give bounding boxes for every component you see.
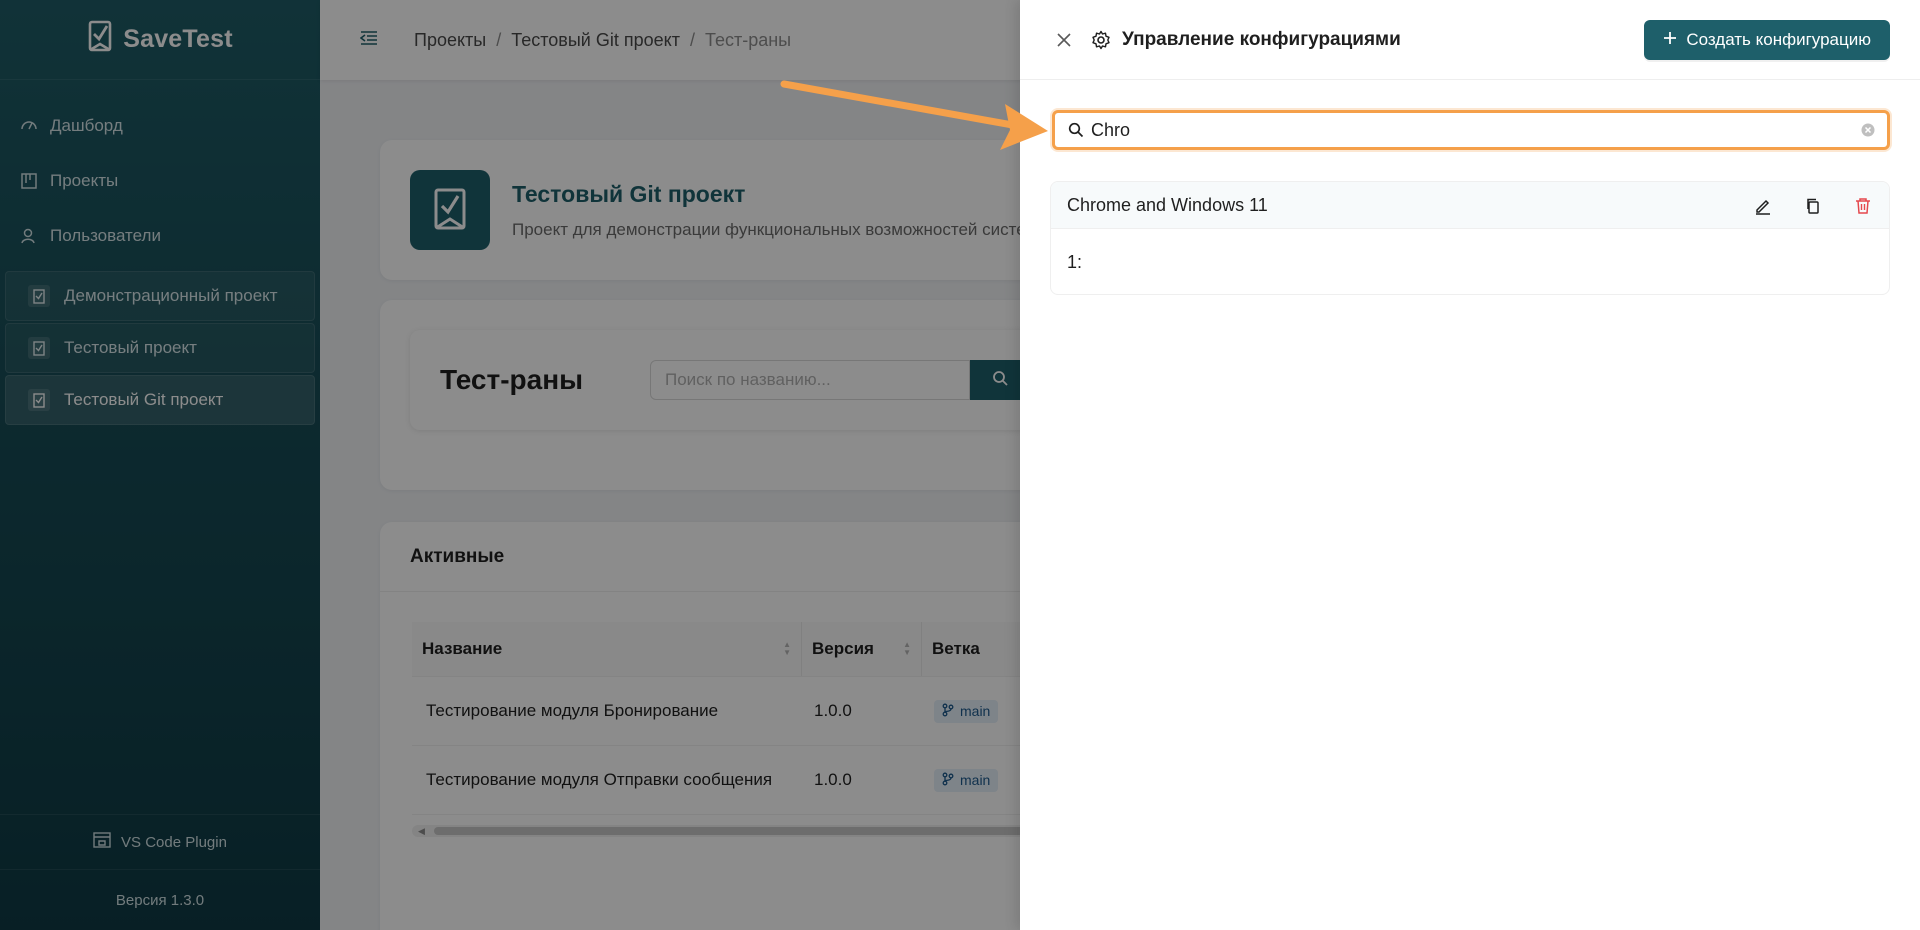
drawer-title: Управление конфигурациями <box>1122 28 1401 50</box>
config-search-field[interactable]: Chro <box>1052 110 1890 150</box>
drawer-header: Управление конфигурациями Создать конфиг… <box>1020 0 1920 80</box>
config-card: Chrome and Windows 11 1: <box>1050 181 1890 295</box>
gear-icon <box>1090 29 1112 51</box>
config-card-body: 1: <box>1067 251 1083 272</box>
search-icon <box>1067 121 1085 139</box>
create-config-label: Создать конфигурацию <box>1686 30 1871 49</box>
config-card-header: Chrome and Windows 11 <box>1051 182 1889 229</box>
config-name: Chrome and Windows 11 <box>1067 194 1268 215</box>
close-icon[interactable] <box>1054 30 1074 50</box>
create-config-button[interactable]: Создать конфигурацию <box>1644 20 1890 60</box>
config-search-input[interactable]: Chro <box>1091 120 1859 141</box>
modal-overlay[interactable] <box>0 0 1020 930</box>
edit-icon[interactable] <box>1753 196 1773 216</box>
plus-icon <box>1663 30 1677 50</box>
copy-icon[interactable] <box>1803 196 1823 216</box>
config-drawer: Управление конфигурациями Создать конфиг… <box>1020 0 1920 930</box>
clear-icon[interactable] <box>1859 121 1877 139</box>
delete-icon[interactable] <box>1853 196 1873 216</box>
